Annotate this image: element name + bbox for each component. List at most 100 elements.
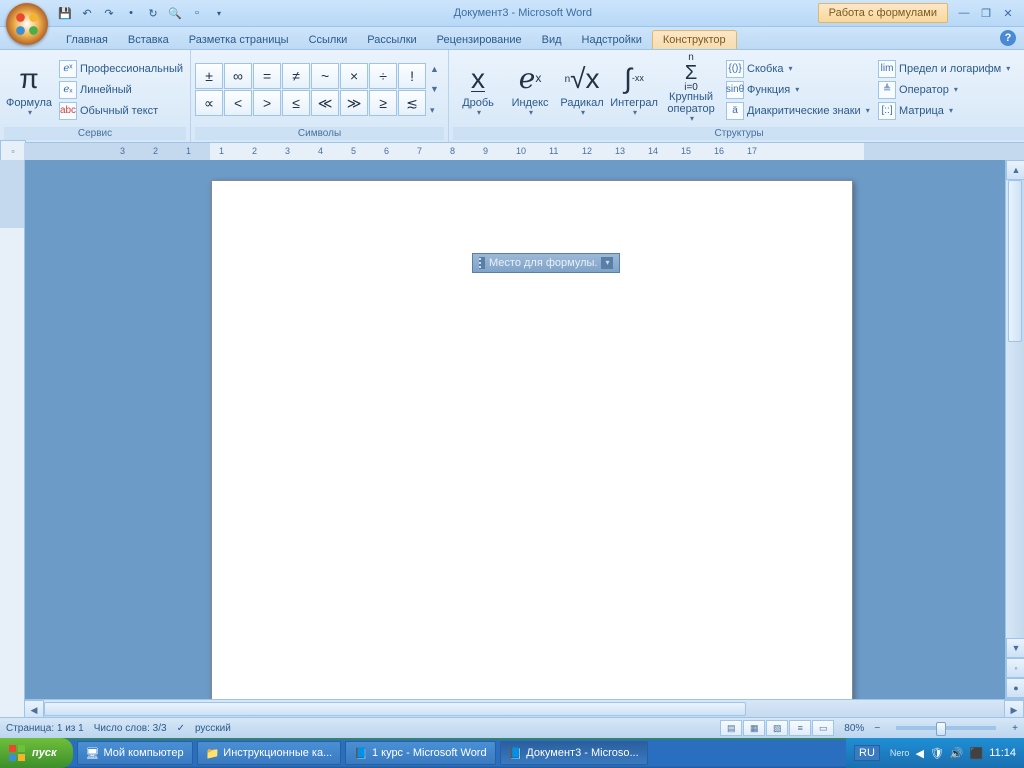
tray-icon-1[interactable]: ◀ xyxy=(915,747,923,760)
print-layout-view-icon[interactable]: ▤ xyxy=(720,720,742,736)
ruler-tick: 3 xyxy=(285,146,290,156)
symbol-cell[interactable]: ! xyxy=(398,63,426,89)
refresh-icon[interactable]: ↻ xyxy=(144,4,162,22)
equation-dropdown-icon[interactable]: ▾ xyxy=(601,257,613,269)
radical-icon: n√x xyxy=(565,61,600,97)
zoom-in-button[interactable]: + xyxy=(1012,723,1018,734)
symbol-cell[interactable]: ≥ xyxy=(369,90,397,116)
tab-addins[interactable]: Надстройки xyxy=(572,31,652,49)
qat-more-icon[interactable]: ▾ xyxy=(210,4,228,22)
symbol-cell[interactable]: < xyxy=(224,90,252,116)
large-operator-button[interactable]: nΣi=0Крупный оператор▾ xyxy=(661,54,721,126)
zoom-out-button[interactable]: − xyxy=(874,723,880,734)
ruler-tick: 4 xyxy=(318,146,323,156)
document-viewport[interactable]: Место для формулы. ▾ xyxy=(25,160,1005,718)
fraction-button[interactable]: xДробь▾ xyxy=(453,54,503,126)
redo-icon[interactable]: ↷ xyxy=(100,4,118,22)
taskbar-item-2[interactable]: 📘1 курс - Microsoft Word xyxy=(345,741,495,765)
function-button[interactable]: sinθФункция▾ xyxy=(723,80,873,100)
tab-review[interactable]: Рецензирование xyxy=(427,31,532,49)
print-preview-icon[interactable]: 🔍 xyxy=(166,4,184,22)
integral-button[interactable]: ∫-xxИнтеграл▾ xyxy=(609,54,659,126)
scroll-thumb-v[interactable] xyxy=(1008,180,1022,342)
tab-home[interactable]: Главная xyxy=(56,31,118,49)
symbol-cell[interactable]: ± xyxy=(195,63,223,89)
undo-icon[interactable]: ↶ xyxy=(78,4,96,22)
taskbar-item-0[interactable]: 🖥Мой компьютер xyxy=(77,741,193,765)
restore-button[interactable]: ❐ xyxy=(978,7,994,20)
help-icon[interactable]: ? xyxy=(1000,30,1016,46)
prev-page-icon[interactable]: ◦ xyxy=(1006,658,1024,678)
symbol-cell[interactable]: ≠ xyxy=(282,63,310,89)
bracket-icon: {()} xyxy=(726,60,744,78)
ruler-tick: 9 xyxy=(483,146,488,156)
symbol-cell[interactable]: ≤ xyxy=(282,90,310,116)
equation-placeholder[interactable]: Место для формулы. ▾ xyxy=(472,253,620,273)
accent-button[interactable]: äДиакритические знаки▾ xyxy=(723,101,873,121)
word-count[interactable]: Число слов: 3/3 xyxy=(94,723,167,734)
symbol-cell[interactable]: × xyxy=(340,63,368,89)
zoom-slider[interactable] xyxy=(896,726,996,730)
symbol-cell[interactable]: ∝ xyxy=(195,90,223,116)
new-doc-icon[interactable]: ▫ xyxy=(188,4,206,22)
scroll-up-icon[interactable]: ▲ xyxy=(1006,160,1024,180)
scroll-thumb-h[interactable] xyxy=(44,702,746,716)
normal-text-button[interactable]: abcОбычный текст xyxy=(56,101,186,121)
tab-references[interactable]: Ссылки xyxy=(299,31,358,49)
outline-view-icon[interactable]: ≡ xyxy=(789,720,811,736)
zoom-level[interactable]: 80% xyxy=(844,723,864,734)
clock[interactable]: 11:14 xyxy=(989,747,1016,759)
zoom-knob[interactable] xyxy=(936,722,946,736)
tab-insert[interactable]: Вставка xyxy=(118,31,179,49)
symbol-cell[interactable]: ≫ xyxy=(340,90,368,116)
tray-icon-2[interactable]: 🛡 xyxy=(930,747,944,760)
start-button[interactable]: пуск xyxy=(0,738,73,768)
draft-view-icon[interactable]: ▭ xyxy=(812,720,834,736)
scroll-down-icon[interactable]: ▼ xyxy=(1006,638,1024,658)
matrix-button[interactable]: [::]Матрица▾ xyxy=(875,101,1024,121)
vertical-ruler[interactable] xyxy=(0,160,25,718)
tab-mailings[interactable]: Рассылки xyxy=(357,31,426,49)
tab-design[interactable]: Конструктор xyxy=(652,30,737,49)
proofing-icon[interactable]: ✓ xyxy=(177,723,185,734)
professional-button[interactable]: ℯˣПрофессиональный xyxy=(56,59,186,79)
symbol-cell[interactable]: ≲ xyxy=(398,90,426,116)
nero-tray-icon[interactable]: Nero xyxy=(890,748,910,758)
horizontal-scrollbar[interactable]: ◀ ▶ xyxy=(24,699,1024,718)
symbol-cell[interactable]: ~ xyxy=(311,63,339,89)
symbol-cell[interactable]: ÷ xyxy=(369,63,397,89)
taskbar-item-3[interactable]: 📘Документ3 - Microso... xyxy=(500,741,648,765)
radical-button[interactable]: n√xРадикал▾ xyxy=(557,54,607,126)
equation-handle-icon[interactable] xyxy=(479,257,485,269)
vertical-scrollbar[interactable]: ▲ ▼ ◦ ● ◦ xyxy=(1005,160,1024,718)
symbol-cell[interactable]: > xyxy=(253,90,281,116)
language-bar[interactable]: RU xyxy=(854,745,880,761)
formula-button[interactable]: π Формула▾ xyxy=(4,54,54,126)
tab-page-layout[interactable]: Разметка страницы xyxy=(179,31,299,49)
bracket-button[interactable]: {()}Скобка▾ xyxy=(723,59,873,79)
tray-icon-4[interactable]: ⬛ xyxy=(970,747,984,760)
taskbar-item-1[interactable]: 📁Инструкционные ка... xyxy=(197,741,342,765)
language-indicator[interactable]: русский xyxy=(195,723,231,734)
web-layout-view-icon[interactable]: ▧ xyxy=(766,720,788,736)
limit-button[interactable]: limПредел и логарифм▾ xyxy=(875,59,1024,79)
symbol-scroll[interactable]: ▲▼▾ xyxy=(430,64,444,116)
symbol-cell[interactable]: = xyxy=(253,63,281,89)
linear-button[interactable]: ℯₓЛинейный xyxy=(56,80,186,100)
operator-button[interactable]: ≜Оператор▾ xyxy=(875,80,1024,100)
page[interactable]: Место для формулы. ▾ xyxy=(211,180,853,718)
full-screen-view-icon[interactable]: ▦ xyxy=(743,720,765,736)
save-icon[interactable]: 💾 xyxy=(56,4,74,22)
browse-object-icon[interactable]: ● xyxy=(1006,678,1024,698)
symbol-cell[interactable]: ∞ xyxy=(224,63,252,89)
page-indicator[interactable]: Страница: 1 из 1 xyxy=(6,723,84,734)
office-button[interactable] xyxy=(6,3,48,45)
group-structures: xДробь▾ ℯxИндекс▾ n√xРадикал▾ ∫-xxИнтегр… xyxy=(449,50,1024,142)
ruler-toggle[interactable]: ▫ xyxy=(0,140,26,162)
script-button[interactable]: ℯxИндекс▾ xyxy=(505,54,555,126)
tab-view[interactable]: Вид xyxy=(532,31,572,49)
close-button[interactable]: ✕ xyxy=(1000,7,1016,20)
minimize-button[interactable]: — xyxy=(956,7,972,20)
symbol-cell[interactable]: ≪ xyxy=(311,90,339,116)
tray-icon-3[interactable]: 🔊 xyxy=(950,747,964,760)
